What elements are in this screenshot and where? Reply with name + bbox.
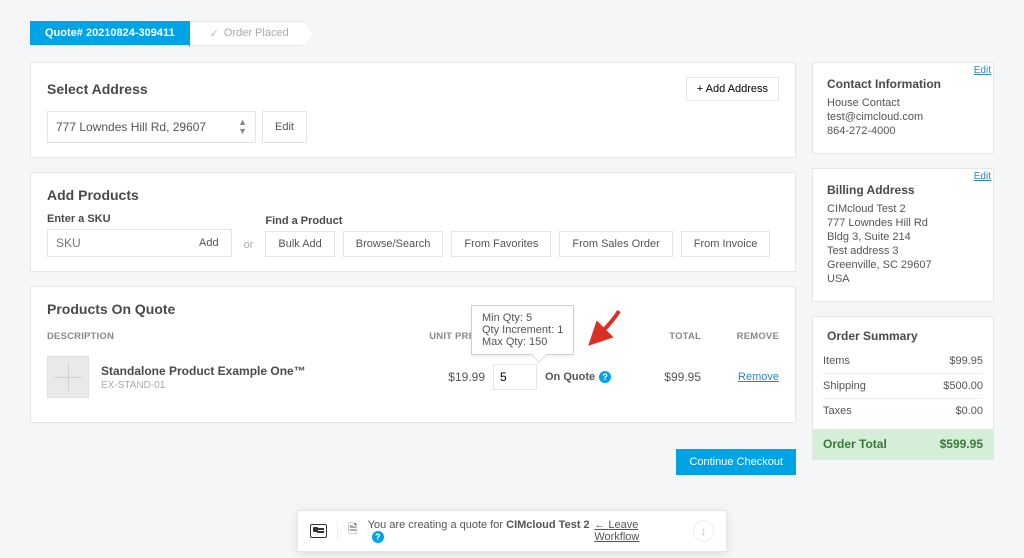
billing-line-1: 777 Lowndes Hill Rd <box>827 217 979 229</box>
sku-input[interactable] <box>47 229 187 257</box>
add-products-card: Add Products Enter a SKU Add or Find a P… <box>30 172 796 272</box>
browse-search-button[interactable]: Browse/Search <box>343 231 444 257</box>
tooltip-min-qty: Min Qty: 5 <box>482 312 563 324</box>
contact-info-title: Contact Information <box>827 77 979 91</box>
or-text: or <box>240 239 258 257</box>
billing-edit-link[interactable]: Edit <box>974 171 991 182</box>
qty-input[interactable] <box>493 364 537 390</box>
summary-total-value: $599.95 <box>940 437 983 451</box>
select-address-title: Select Address <box>47 81 148 97</box>
sku-label: Enter a SKU <box>47 213 232 225</box>
products-on-quote-card: Products On Quote DESCRIPTION UNIT PRICE… <box>30 286 796 423</box>
remove-link[interactable]: Remove <box>738 371 779 383</box>
order-summary-card: Order Summary Items $99.95 Shipping $500… <box>812 316 994 460</box>
summary-taxes-value: $0.00 <box>955 405 983 417</box>
contact-phone: 864-272-4000 <box>827 125 979 137</box>
wizard-step-order-placed-label: Order Placed <box>224 27 289 39</box>
table-row: Standalone Product Example One™ EX-STAND… <box>47 346 779 408</box>
contact-info-card: Edit Contact Information House Contact t… <box>812 62 994 154</box>
check-icon: ✓ <box>210 27 219 40</box>
select-address-card: Select Address + Add Address 777 Lowndes… <box>30 62 796 158</box>
badge-icon <box>310 524 327 538</box>
summary-total-label: Order Total <box>823 437 887 451</box>
wizard-step-order-placed: ✓ Order Placed <box>190 21 304 46</box>
workflow-help-icon[interactable]: ? <box>372 531 384 543</box>
find-product-label: Find a Product <box>265 215 770 227</box>
leave-workflow-link[interactable]: ← Leave Workflow <box>594 519 681 543</box>
address-select[interactable]: 777 Lowndes Hill Rd, 29607 ▲▼ <box>47 111 256 143</box>
help-icon[interactable]: ? <box>599 371 611 383</box>
summary-items-label: Items <box>823 355 850 367</box>
summary-items-value: $99.95 <box>949 355 983 367</box>
workflow-text: You are creating a quote for CIMcloud Te… <box>368 519 595 544</box>
wizard-step-quote[interactable]: Quote# 20210824-309411 <box>30 21 190 45</box>
summary-shipping-value: $500.00 <box>943 380 983 392</box>
th-description: DESCRIPTION <box>47 331 407 342</box>
unit-price: $19.99 <box>448 370 485 384</box>
product-name: Standalone Product Example One™ <box>101 364 407 378</box>
edit-address-button[interactable]: Edit <box>262 111 307 143</box>
billing-line-3: Test address 3 <box>827 245 979 257</box>
add-address-button[interactable]: + Add Address <box>686 77 779 101</box>
product-image-placeholder-icon <box>47 356 89 398</box>
tooltip-max-qty: Max Qty: 150 <box>482 336 563 348</box>
add-sku-button[interactable]: Add <box>187 229 232 257</box>
products-on-quote-title: Products On Quote <box>47 301 175 317</box>
wizard: Quote# 20210824-309411 ✓ Order Placed <box>30 20 994 46</box>
summary-shipping-label: Shipping <box>823 380 866 392</box>
address-selected-value: 777 Lowndes Hill Rd, 29607 <box>56 120 206 134</box>
workflow-bar: 🗎 You are creating a quote for CIMcloud … <box>297 510 727 553</box>
tooltip-qty-increment: Qty Increment: 1 <box>482 324 563 336</box>
contact-name: House Contact <box>827 97 979 109</box>
order-summary-title: Order Summary <box>823 329 983 343</box>
on-quote-label: On Quote ? <box>545 371 611 383</box>
from-invoice-button[interactable]: From Invoice <box>681 231 771 257</box>
contact-info-edit-link[interactable]: Edit <box>974 65 991 76</box>
wizard-step-quote-label: Quote# 20210824-309411 <box>45 27 175 39</box>
th-total: TOTAL <box>669 331 701 342</box>
document-icon: 🗎 <box>348 520 358 541</box>
chevron-updown-icon: ▲▼ <box>238 118 247 136</box>
from-sales-order-button[interactable]: From Sales Order <box>559 231 672 257</box>
billing-line-2: Bldg 3, Suite 214 <box>827 231 979 243</box>
billing-line-5: USA <box>827 273 979 285</box>
workflow-customer: CIMcloud Test 2 <box>506 519 590 531</box>
billing-title: Billing Address <box>827 183 979 197</box>
billing-address-card: Edit Billing Address CIMcloud Test 2 777… <box>812 168 994 302</box>
collapse-bar-button[interactable]: ↓ <box>693 520 714 542</box>
line-total: $99.95 <box>664 370 701 384</box>
add-products-title: Add Products <box>47 187 139 203</box>
product-sku: EX-STAND-01 <box>101 380 407 391</box>
qty-tooltip: Min Qty: 5 Qty Increment: 1 Max Qty: 150 <box>471 305 574 355</box>
summary-taxes-label: Taxes <box>823 405 852 417</box>
th-remove: REMOVE <box>737 331 779 342</box>
billing-line-0: CIMcloud Test 2 <box>827 203 979 215</box>
continue-checkout-button[interactable]: Continue Checkout <box>676 449 796 475</box>
contact-email: test@cimcloud.com <box>827 111 979 123</box>
bulk-add-button[interactable]: Bulk Add <box>265 231 334 257</box>
from-favorites-button[interactable]: From Favorites <box>451 231 551 257</box>
billing-line-4: Greenville, SC 29607 <box>827 259 979 271</box>
products-table-header: DESCRIPTION UNIT PRICE QTY TOTAL REMOVE <box>47 327 779 346</box>
